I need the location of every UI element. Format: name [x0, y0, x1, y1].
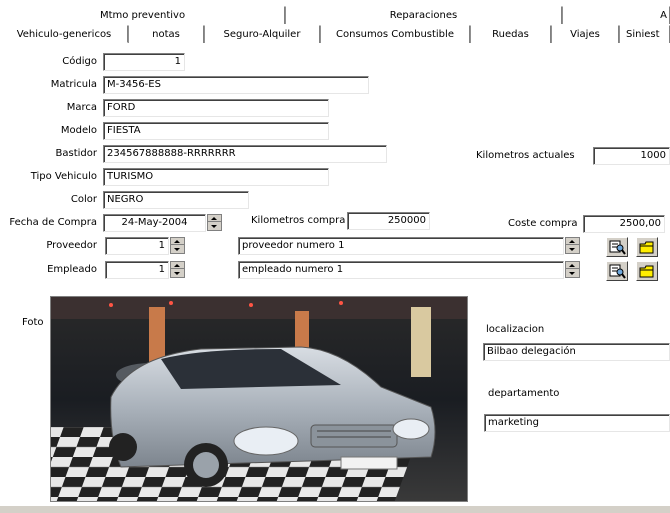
- fecha-compra-field[interactable]: 24-May-2004: [103, 214, 206, 232]
- spin-down-button[interactable]: [208, 223, 221, 230]
- fecha-compra-spinner[interactable]: [207, 214, 222, 231]
- matricula-label: Matricula: [50, 79, 97, 90]
- fecha-compra-label: Fecha de Compra: [9, 217, 97, 228]
- spin-up-button[interactable]: [566, 238, 579, 245]
- modelo-label: Modelo: [60, 125, 97, 136]
- tab-row-top: Mtmo preventivo Reparaciones A: [0, 6, 670, 24]
- empleado-name-field[interactable]: empleado numero 1: [238, 261, 564, 279]
- spin-up-button[interactable]: [171, 262, 184, 269]
- departamento-label: departamento: [488, 388, 560, 399]
- tab-reparaciones[interactable]: Reparaciones: [285, 6, 562, 24]
- tab-viajes[interactable]: Viajes: [551, 25, 619, 43]
- spin-down-button[interactable]: [171, 246, 184, 253]
- tab-row-main: Vehiculo-genericos notas Seguro-Alquiler…: [0, 25, 670, 43]
- tipo-vehiculo-label: Tipo Vehiculo: [30, 171, 97, 182]
- empleado-spinner[interactable]: [170, 261, 185, 278]
- coste-compra-field[interactable]: 2500,00: [583, 215, 665, 233]
- proveedor-name-field[interactable]: proveedor numero 1: [238, 237, 564, 255]
- tab-consumos-combustible[interactable]: Consumos Combustible: [320, 25, 470, 43]
- proveedor-lookup-button[interactable]: [606, 237, 628, 257]
- spin-up-button[interactable]: [171, 238, 184, 245]
- vehicle-photo[interactable]: [50, 296, 468, 502]
- bottom-bar: [0, 505, 670, 513]
- marca-label: Marca: [66, 102, 97, 113]
- codigo-field[interactable]: 1: [103, 53, 185, 71]
- bastidor-field[interactable]: 234567888888-RRRRRRR: [103, 145, 387, 163]
- empleado-label: Empleado: [47, 264, 97, 275]
- spin-up-button[interactable]: [566, 262, 579, 269]
- folder-icon: [639, 241, 654, 254]
- proveedor-name-spinner[interactable]: [565, 237, 580, 254]
- modelo-field[interactable]: FIESTA: [103, 122, 329, 140]
- tab-mtmo-preventivo[interactable]: Mtmo preventivo: [0, 6, 285, 24]
- tab-siniestros[interactable]: Siniest: [619, 25, 670, 43]
- proveedor-spinner[interactable]: [170, 237, 185, 254]
- spin-down-button[interactable]: [171, 270, 184, 277]
- spin-down-button[interactable]: [566, 270, 579, 277]
- spin-up-button[interactable]: [208, 215, 221, 222]
- empleado-lookup-button[interactable]: [606, 261, 628, 281]
- color-label: Color: [70, 194, 97, 205]
- localizacion-label: localizacion: [486, 324, 545, 335]
- empleado-open-button[interactable]: [636, 261, 658, 281]
- tab-a[interactable]: A: [562, 6, 670, 24]
- proveedor-label: Proveedor: [46, 240, 97, 251]
- search-list-icon: [609, 264, 626, 279]
- search-list-icon: [609, 240, 626, 255]
- empleado-id-field[interactable]: 1: [105, 261, 169, 279]
- marca-field[interactable]: FORD: [103, 99, 329, 117]
- matricula-field[interactable]: M-3456-ES: [103, 76, 369, 94]
- km-actuales-label: Kilometros actuales: [476, 150, 575, 161]
- localizacion-field[interactable]: Bilbao delegación: [483, 343, 670, 361]
- km-compra-field[interactable]: 250000: [347, 212, 430, 230]
- tab-vehiculo-genericos[interactable]: Vehiculo-genericos: [0, 25, 128, 43]
- tab-ruedas[interactable]: Ruedas: [470, 25, 551, 43]
- bastidor-label: Bastidor: [55, 148, 97, 159]
- foto-label: Foto: [22, 317, 44, 328]
- empleado-name-spinner[interactable]: [565, 261, 580, 278]
- coste-compra-label: Coste compra: [508, 218, 578, 229]
- tab-seguro-alquiler[interactable]: Seguro-Alquiler: [204, 25, 320, 43]
- km-actuales-field[interactable]: 1000: [593, 147, 670, 165]
- color-field[interactable]: NEGRO: [103, 191, 249, 209]
- codigo-label: Código: [62, 56, 97, 67]
- km-compra-label: Kilometros compra: [251, 215, 346, 226]
- tipo-vehiculo-field[interactable]: TURISMO: [103, 168, 329, 186]
- spin-down-button[interactable]: [566, 246, 579, 253]
- departamento-field[interactable]: marketing: [484, 414, 670, 432]
- folder-icon: [639, 265, 654, 278]
- proveedor-id-field[interactable]: 1: [105, 237, 169, 255]
- proveedor-open-button[interactable]: [636, 237, 658, 257]
- car-photo-image: [51, 297, 467, 501]
- tab-notas[interactable]: notas: [128, 25, 204, 43]
